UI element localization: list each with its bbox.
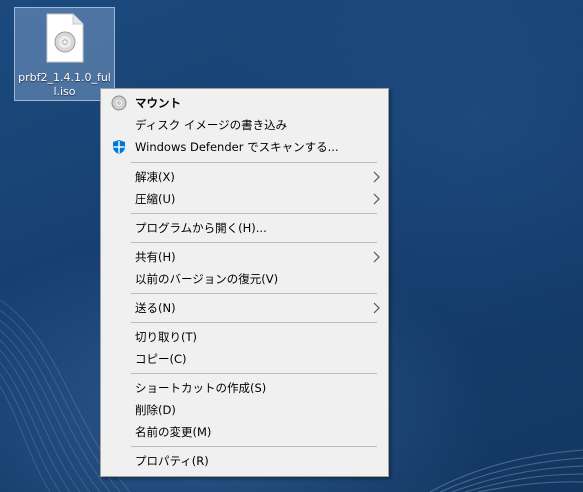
chevron-right-icon — [373, 171, 380, 183]
chevron-right-icon — [373, 251, 380, 263]
menu-item-defender-scan[interactable]: Windows Defender でスキャンする... — [103, 136, 386, 158]
menu-item-extract[interactable]: 解凍(X) — [103, 166, 386, 188]
menu-item-label: プロパティ(R) — [135, 454, 209, 468]
chevron-right-icon — [373, 302, 380, 314]
menu-item-create-shortcut[interactable]: ショートカットの作成(S) — [103, 377, 386, 399]
menu-item-label: ショートカットの作成(S) — [135, 381, 267, 395]
menu-item-label: 名前の変更(M) — [135, 425, 212, 439]
menu-item-label: 以前のバージョンの復元(V) — [135, 272, 279, 286]
menu-item-label: Windows Defender でスキャンする... — [135, 140, 339, 154]
menu-item-copy[interactable]: コピー(C) — [103, 348, 386, 370]
menu-item-restore-previous-versions[interactable]: 以前のバージョンの復元(V) — [103, 268, 386, 290]
menu-item-label: コピー(C) — [135, 352, 187, 366]
menu-item-open-with[interactable]: プログラムから開く(H)... — [103, 217, 386, 239]
menu-item-label: 切り取り(T) — [135, 330, 197, 344]
menu-separator — [131, 322, 377, 323]
menu-item-label: 圧縮(U) — [135, 192, 176, 206]
desktop-file-icon[interactable]: prbf2_1.4.1.0_full.iso — [14, 7, 115, 101]
menu-item-label: 削除(D) — [135, 403, 176, 417]
menu-separator — [131, 373, 377, 374]
chevron-right-icon — [373, 193, 380, 205]
menu-separator — [131, 213, 377, 214]
menu-item-share[interactable]: 共有(H) — [103, 246, 386, 268]
menu-separator — [131, 162, 377, 163]
menu-item-delete[interactable]: 削除(D) — [103, 399, 386, 421]
menu-item-rename[interactable]: 名前の変更(M) — [103, 421, 386, 443]
menu-item-label: 送る(N) — [135, 301, 176, 315]
menu-item-label: 共有(H) — [135, 250, 176, 264]
menu-separator — [131, 293, 377, 294]
menu-item-compress[interactable]: 圧縮(U) — [103, 188, 386, 210]
menu-item-send-to[interactable]: 送る(N) — [103, 297, 386, 319]
menu-item-cut[interactable]: 切り取り(T) — [103, 326, 386, 348]
menu-item-label: マウント — [135, 96, 181, 110]
windows-defender-icon — [113, 140, 125, 154]
menu-separator — [131, 446, 377, 447]
menu-item-properties[interactable]: プロパティ(R) — [103, 450, 386, 472]
menu-item-label: 解凍(X) — [135, 170, 175, 184]
desktop-file-label: prbf2_1.4.1.0_full.iso — [18, 71, 111, 98]
menu-item-label: ディスク イメージの書き込み — [135, 118, 288, 132]
disc-image-file-icon — [46, 13, 84, 63]
menu-item-burn-disc-image[interactable]: ディスク イメージの書き込み — [103, 114, 386, 136]
menu-item-mount[interactable]: マウント — [103, 92, 386, 114]
menu-item-label: プログラムから開く(H)... — [135, 221, 267, 235]
menu-separator — [131, 242, 377, 243]
disc-icon — [111, 95, 127, 111]
context-menu: マウント ディスク イメージの書き込み Windows Defender でスキ… — [100, 88, 389, 477]
